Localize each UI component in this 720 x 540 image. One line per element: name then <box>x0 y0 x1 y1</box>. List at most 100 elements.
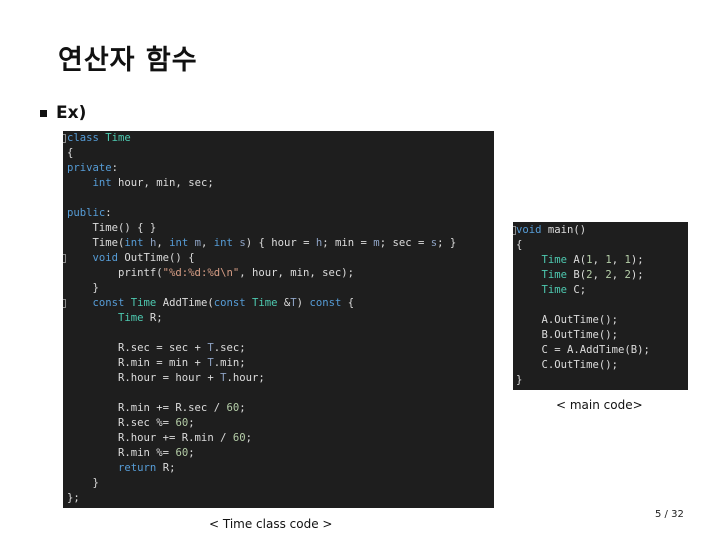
code-line: R.hour = hour + T.hour; <box>67 371 265 386</box>
code-token: hour, min, sec; <box>111 177 214 189</box>
code-token: C = A.AddTime(B); <box>516 344 650 356</box>
code-line: Time() { } <box>67 221 157 236</box>
code-line: public: <box>67 206 112 221</box>
code-token: ); <box>630 254 644 266</box>
code-token: int <box>92 177 112 189</box>
code-token: } <box>67 282 99 294</box>
code-line: } <box>67 476 99 491</box>
code-token: , <box>611 269 625 281</box>
code-token: , <box>156 237 170 249</box>
fold-marker-icon[interactable] <box>513 226 516 235</box>
code-token: .sec; <box>213 342 246 354</box>
code-line: { <box>516 238 522 253</box>
fold-marker-icon[interactable] <box>63 299 66 308</box>
square-bullet-icon <box>40 109 47 117</box>
code-token: void <box>516 224 542 236</box>
code-token: ; } <box>437 237 457 249</box>
code-token: ; <box>245 432 252 444</box>
code-token: AddTime( <box>156 297 214 309</box>
code-line: private: <box>67 161 118 176</box>
code-token: main() <box>541 224 587 236</box>
code-token: 60 <box>226 402 240 414</box>
code-token: int <box>213 237 233 249</box>
fold-marker-icon[interactable] <box>63 254 66 263</box>
code-token: : <box>111 162 119 174</box>
code-line: R.min = min + T.min; <box>67 356 246 371</box>
code-line: R.hour += R.min / 60; <box>67 431 252 446</box>
code-token: printf( <box>67 267 163 279</box>
code-line: } <box>67 281 99 296</box>
code-token: 60 <box>232 432 246 444</box>
code-token: R; <box>156 462 176 474</box>
code-line: printf("%d:%d:%d\n", hour, min, sec); <box>67 266 354 281</box>
code-token: , <box>592 254 606 266</box>
code-line: }; <box>67 491 80 506</box>
code-token: int <box>124 237 144 249</box>
code-token: { <box>67 147 74 159</box>
time-class-code-block: class Time{private: int hour, min, sec; p… <box>63 131 494 508</box>
code-token: , <box>592 269 606 281</box>
code-token: , hour, min, sec); <box>239 267 355 279</box>
code-token: const <box>309 297 342 309</box>
code-token: Time <box>130 297 157 309</box>
code-line: R.sec %= 60; <box>67 416 195 431</box>
code-line: Time(int h, int m, int s) { hour = h; mi… <box>67 236 457 251</box>
code-token: Time <box>252 297 278 309</box>
code-line: B.OutTime(); <box>516 328 619 343</box>
code-token: R.min = min + <box>67 357 208 369</box>
code-token: }; <box>67 492 80 504</box>
code-token: C; <box>567 284 587 296</box>
code-token: void <box>92 252 119 264</box>
code-token: Time <box>541 269 568 281</box>
code-token: } <box>67 477 99 489</box>
code-token: "%d:%d:%d\n" <box>162 267 240 279</box>
code-line: const Time AddTime(const Time &T) const … <box>67 296 355 311</box>
time-class-code-caption: < Time class code > <box>209 517 333 531</box>
bullet-item: Ex) <box>40 103 86 123</box>
code-token: OutTime() { <box>118 252 195 264</box>
code-line: C = A.AddTime(B); <box>516 343 650 358</box>
code-token: Time() { } <box>67 222 157 234</box>
code-token: Time <box>118 312 144 324</box>
code-line: void main() <box>516 223 586 238</box>
code-token: A.OutTime(); <box>516 314 619 326</box>
code-token: ) { hour = <box>245 237 316 249</box>
code-token: private <box>67 162 112 174</box>
code-token: R.sec = sec + <box>67 342 208 354</box>
code-token: { <box>341 297 355 309</box>
code-token: R.min %= <box>67 447 176 459</box>
code-token: R.hour += R.min / <box>67 432 233 444</box>
code-token: Time <box>541 254 568 266</box>
code-token: R.hour = hour + <box>67 372 221 384</box>
code-line: return R; <box>67 461 175 476</box>
code-token: C.OutTime(); <box>516 359 619 371</box>
fold-marker-icon[interactable] <box>63 134 66 143</box>
main-function-code-block: void main(){ Time A(1, 1, 1); Time B(2, … <box>513 222 688 390</box>
code-token: A( <box>567 254 587 266</box>
code-token: const <box>213 297 246 309</box>
page-indicator: 5 / 32 <box>655 509 684 520</box>
code-token: Time <box>105 132 131 144</box>
code-token: ; <box>239 402 246 414</box>
code-token: , <box>611 254 625 266</box>
code-line: Time R; <box>67 311 163 326</box>
code-token: B.OutTime(); <box>516 329 619 341</box>
code-token: ); <box>630 269 644 281</box>
code-token: { <box>516 239 523 251</box>
code-line: } <box>516 373 522 388</box>
code-line: Time A(1, 1, 1); <box>516 253 644 268</box>
code-line: C.OutTime(); <box>516 358 619 373</box>
code-line: A.OutTime(); <box>516 313 619 328</box>
code-token: } <box>516 374 523 386</box>
code-token: .min; <box>213 357 246 369</box>
code-token: 60 <box>175 447 189 459</box>
code-token: public <box>67 207 106 219</box>
bullet-text: Ex) <box>56 103 87 123</box>
